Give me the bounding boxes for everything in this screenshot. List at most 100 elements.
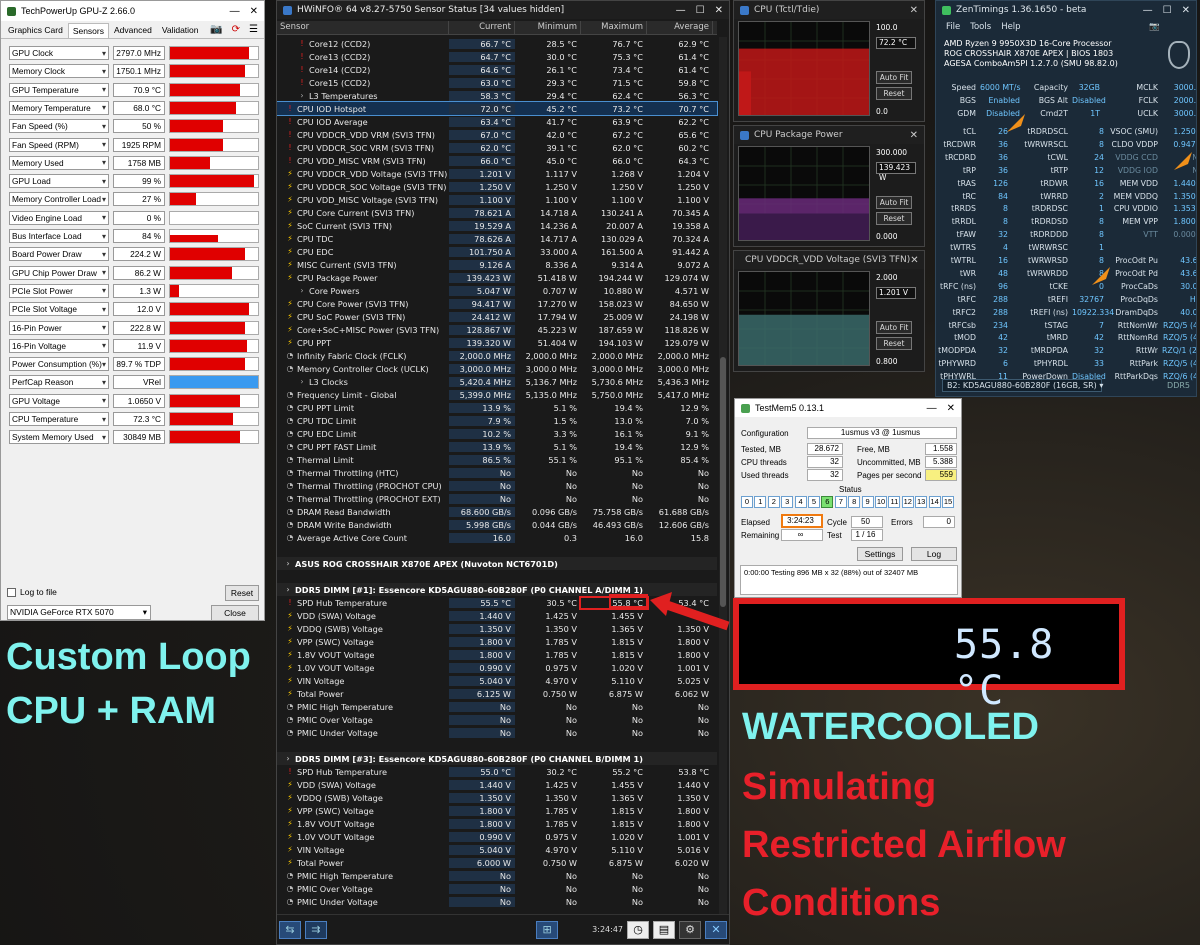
- nav-right-icon[interactable]: ⇉: [305, 920, 327, 939]
- close-icon[interactable]: ✕: [910, 5, 918, 16]
- close-icon[interactable]: ✕: [715, 5, 723, 16]
- sensor-row[interactable]: ◔ Thermal Limit 86.5 % 55.1 % 95.1 % 85.4 %: [277, 453, 717, 466]
- report-icon[interactable]: ▤: [653, 920, 675, 939]
- col-sensor[interactable]: Sensor: [277, 21, 449, 34]
- sensor-label[interactable]: 16-Pin Voltage: [9, 338, 109, 353]
- sensor-row[interactable]: ⚡ CPU TDC 78.626 A 14.717 A 130.029 A 70.324 …: [277, 232, 717, 245]
- auto-fit-button[interactable]: Auto Fit: [876, 71, 912, 84]
- chevron-icon[interactable]: ›: [283, 559, 293, 568]
- tab-advanced[interactable]: Advanced: [109, 22, 157, 38]
- auto-fit-button[interactable]: Auto Fit: [876, 321, 912, 334]
- sensor-row[interactable]: ◔ Frequency Limit - Global 5,399.0 MHz 5,13…: [277, 388, 717, 401]
- sensor-row[interactable]: ◔ CPU PPT FAST Limit 13.9 % 5.1 % 19.4 % 12.9…: [277, 440, 717, 453]
- sensor-row[interactable]: ◔ PMIC Over Voltage No No No No: [277, 882, 717, 895]
- sensor-label[interactable]: GPU Chip Power Draw: [9, 265, 109, 280]
- log-checkbox[interactable]: [7, 587, 16, 597]
- sensor-label[interactable]: Bus Interface Load: [9, 229, 109, 243]
- tab-sensors[interactable]: Sensors: [67, 23, 109, 38]
- dimm-select[interactable]: B2: KD5AGU880-60B280F (16GB, SR) ▾: [942, 378, 1103, 392]
- menu-icon[interactable]: ☰: [249, 24, 258, 35]
- sensor-label[interactable]: Memory Temperature: [9, 100, 109, 115]
- reset-button[interactable]: Reset: [225, 585, 259, 601]
- sensor-row[interactable]: ⚡ CPU Core Power (SVI3 TFN) 94.417 W 17.270…: [277, 297, 717, 310]
- network-icon[interactable]: ⊞: [536, 920, 559, 939]
- sensor-row[interactable]: ◔ Infinity Fabric Clock (FCLK) 2,000.0 MHz…: [277, 349, 717, 362]
- sensor-row[interactable]: ⚡ VDDQ (SWB) Voltage 1.350 V 1.350 V 1.365 V…: [277, 791, 717, 804]
- sensor-row[interactable]: ◔ Thermal Throttling (HTC) No No No No: [277, 466, 717, 479]
- sensor-row[interactable]: ⚡ VIN Voltage 5.040 V 4.970 V 5.110 V 5.016 V: [277, 843, 717, 856]
- sensor-row[interactable]: ◔ CPU TDC Limit 7.9 % 1.5 % 13.0 % 7.0 %: [277, 414, 717, 427]
- col-minimum[interactable]: Minimum: [515, 21, 581, 34]
- sensor-row[interactable]: ! Core13 (CCD2) 64.7 °C 30.0 °C 75.3 °C 61.4 …: [277, 50, 717, 63]
- reset-button[interactable]: Reset: [876, 212, 912, 225]
- nav-left-right-icon[interactable]: ⇆: [279, 920, 301, 939]
- sensor-row[interactable]: ◔ Memory Controller Clock (UCLK) 3,000.0 M…: [277, 362, 717, 375]
- gpu-select[interactable]: NVIDIA GeForce RTX 5070 ▾: [7, 605, 151, 620]
- sensor-row[interactable]: ⚡ CPU VDDCR_VDD Voltage (SVI3 TFN) 1.201 V…: [277, 167, 717, 180]
- chevron-icon[interactable]: ›: [283, 754, 293, 763]
- sensor-row[interactable]: ⚡ 1.8V VOUT Voltage 1.800 V 1.785 V 1.815 V 1…: [277, 648, 717, 661]
- sensor-row[interactable]: ⚡ MISC Current (SVI3 TFN) 9.126 A 8.336 A 9.…: [277, 258, 717, 271]
- log-to-file[interactable]: Log to file: [7, 587, 57, 597]
- sensor-row[interactable]: ⚡ SoC Current (SVI3 TFN) 19.529 A 14.236 A 2…: [277, 219, 717, 232]
- sensor-row[interactable]: ! Core12 (CCD2) 66.7 °C 28.5 °C 76.7 °C 62.9 …: [277, 37, 717, 50]
- sensor-row[interactable]: ◔ CPU PPT Limit 13.9 % 5.1 % 19.4 % 12.9 %: [277, 401, 717, 414]
- sensor-row[interactable]: ! CPU VDDCR_SOC VRM (SVI3 TFN) 62.0 °C 39.1…: [277, 141, 717, 154]
- close-icon[interactable]: ✕: [910, 255, 918, 266]
- sensor-row[interactable]: ⚡ CPU SoC Power (SVI3 TFN) 24.412 W 17.794 …: [277, 310, 717, 323]
- sensor-label[interactable]: Board Power Draw: [9, 247, 109, 262]
- sensor-row[interactable]: ◔ CPU EDC Limit 10.2 % 3.3 % 16.1 % 9.1 %: [277, 427, 717, 440]
- sensor-label[interactable]: Memory Used: [9, 155, 109, 170]
- maximize-icon[interactable]: ☐: [696, 5, 705, 16]
- camera-icon[interactable]: 📷: [210, 24, 222, 35]
- sensor-label[interactable]: Power Consumption (%): [9, 357, 109, 372]
- sensor-row[interactable]: ⚡ 1.0V VOUT Voltage 0.990 V 0.975 V 1.020 V 1…: [277, 661, 717, 674]
- settings-button[interactable]: Settings: [857, 547, 903, 561]
- sensor-row[interactable]: ⚡ VPP (SWC) Voltage 1.800 V 1.785 V 1.815 V 1…: [277, 804, 717, 817]
- close-icon[interactable]: ✕: [910, 130, 918, 141]
- close-icon[interactable]: ✕: [947, 403, 955, 414]
- sensor-label[interactable]: Fan Speed (%): [9, 119, 109, 134]
- sensor-label[interactable]: GPU Clock: [9, 46, 109, 60]
- auto-fit-button[interactable]: Auto Fit: [876, 196, 912, 209]
- sensor-label[interactable]: Memory Clock: [9, 64, 109, 79]
- chevron-icon[interactable]: ›: [283, 585, 293, 594]
- sensor-label[interactable]: Memory Controller Load: [9, 192, 109, 207]
- sensor-label[interactable]: Fan Speed (RPM): [9, 137, 109, 152]
- sensor-row[interactable]: ⚡ VDD (SWA) Voltage 1.440 V 1.425 V 1.455 V 1…: [277, 778, 717, 791]
- col-average[interactable]: Average: [647, 21, 713, 34]
- sensor-label[interactable]: PCIe Slot Voltage: [9, 302, 109, 317]
- menu-file[interactable]: File: [946, 22, 960, 32]
- sensor-label[interactable]: CPU Temperature: [9, 412, 109, 426]
- sensor-label[interactable]: 16-Pin Power: [9, 320, 109, 335]
- exit-icon[interactable]: ✕: [705, 920, 727, 939]
- sensor-row[interactable]: ! CPU IOD Average 63.4 °C 41.7 °C 63.9 °C 62.…: [277, 115, 717, 128]
- sensor-row[interactable]: ⚡ CPU VDD_MISC Voltage (SVI3 TFN) 1.100 V 1…: [277, 193, 717, 206]
- clock-icon[interactable]: ◷: [627, 920, 649, 939]
- refresh-icon[interactable]: ⟳: [232, 24, 240, 35]
- minimize-icon[interactable]: —: [230, 6, 240, 17]
- sensor-row[interactable]: › L3 Temperatures 58.3 °C 29.4 °C 62.4 °C 56.…: [277, 89, 717, 102]
- gear-icon[interactable]: ⚙: [679, 920, 701, 939]
- sensor-row[interactable]: ◔ PMIC Under Voltage No No No No: [277, 895, 717, 908]
- minimize-icon[interactable]: —: [927, 403, 937, 414]
- sensor-row[interactable]: ◔ PMIC High Temperature No No No No: [277, 700, 717, 713]
- sensor-label[interactable]: Video Engine Load: [9, 210, 109, 225]
- sensor-row[interactable]: ! SPD Hub Temperature 55.0 °C 30.2 °C 55.2 °…: [277, 765, 717, 778]
- reset-button[interactable]: Reset: [876, 337, 912, 350]
- sensor-row[interactable]: ! CPU IOD Hotspot 72.0 °C 45.2 °C 73.2 °C 70.…: [277, 101, 718, 116]
- close-icon[interactable]: ✕: [250, 6, 258, 17]
- sensor-row[interactable]: ◔ PMIC Over Voltage No No No No: [277, 713, 717, 726]
- menu-help[interactable]: Help: [1001, 22, 1020, 32]
- sensor-row[interactable]: ! CPU VDDCR_VDD VRM (SVI3 TFN) 67.0 °C 42.0…: [277, 128, 717, 141]
- minimize-icon[interactable]: —: [676, 5, 686, 16]
- minimize-icon[interactable]: —: [1143, 5, 1153, 16]
- sensor-row[interactable]: ◔ DRAM Read Bandwidth 68.600 GB/s 0.096 GB/…: [277, 505, 717, 518]
- sensor-row[interactable]: ◔ Thermal Throttling (PROCHOT CPU) No No No N…: [277, 479, 717, 492]
- sensor-row[interactable]: ⚡ CPU EDC 101.750 A 33.000 A 161.500 A 91.442…: [277, 245, 717, 258]
- sensor-row[interactable]: ⚡ Total Power 6.000 W 0.750 W 6.875 W 6.020 W: [277, 856, 717, 869]
- close-button[interactable]: Close: [211, 605, 259, 620]
- maximize-icon[interactable]: ☐: [1163, 5, 1172, 16]
- sensor-label[interactable]: PerfCap Reason: [9, 375, 109, 390]
- sensor-row[interactable]: ⚡ Core+SoC+MISC Power (SVI3 TFN) 128.867 W…: [277, 323, 717, 336]
